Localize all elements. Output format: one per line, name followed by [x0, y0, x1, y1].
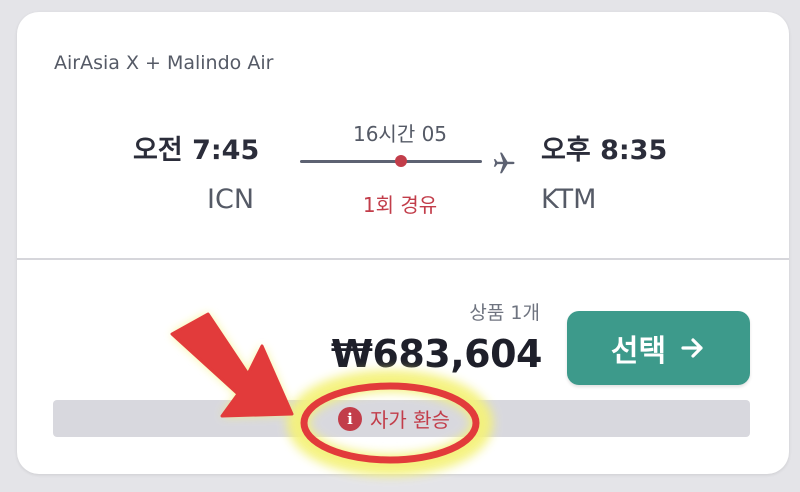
departure-time: 오전 7:45: [133, 135, 260, 166]
arrival-time: 오후 8:35: [541, 135, 668, 166]
price: ₩683,604: [331, 332, 543, 376]
self-transfer-notice[interactable]: i 자가 환승: [338, 404, 450, 433]
arrival-airport: KTM: [541, 184, 597, 215]
airplane-icon: [493, 152, 515, 174]
route-line: [300, 160, 482, 163]
info-icon: i: [338, 406, 362, 431]
flight-duration: 16시간 05: [352, 122, 448, 146]
card-divider: [17, 258, 789, 260]
select-button[interactable]: 선택: [567, 311, 750, 385]
notice-text: 자가 환승: [370, 408, 450, 432]
stopover-dot: [395, 155, 407, 167]
deal-count: 상품 1개: [469, 302, 540, 324]
select-button-label: 선택: [610, 334, 667, 369]
stop-count: 1회 경유: [362, 193, 438, 217]
departure-airport: ICN: [207, 184, 255, 215]
arrow-right-icon: [681, 338, 703, 358]
airline-names: AirAsia X + Malindo Air: [54, 52, 274, 74]
